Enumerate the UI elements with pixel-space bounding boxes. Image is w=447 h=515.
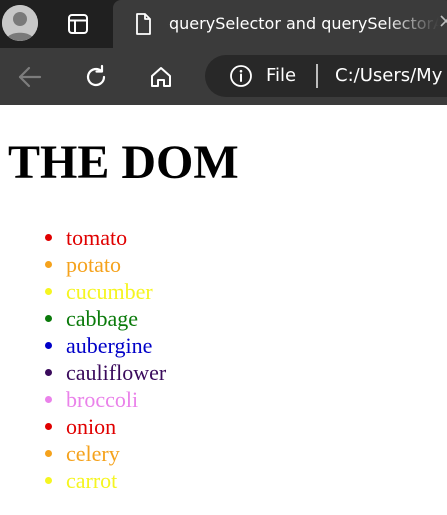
profile-avatar-icon[interactable]: [2, 5, 38, 41]
list-item-label: carrot: [66, 468, 118, 493]
list-item-label: broccoli: [66, 387, 139, 412]
bullet-icon: [45, 396, 52, 403]
home-icon[interactable]: [146, 62, 176, 92]
list-item-label: aubergine: [66, 333, 153, 358]
list-item-label: onion: [66, 414, 117, 439]
list-item: aubergine: [0, 332, 166, 359]
tab-strip: querySelector and querySelectorAll: [0, 0, 447, 48]
page-viewport: THE DOM tomato potato cucumber cabbage auber…: [0, 105, 447, 515]
tab-title: querySelector and querySelectorAll: [169, 14, 439, 33]
bullet-icon: [45, 315, 52, 322]
url-text[interactable]: C:/Users/My: [335, 64, 442, 88]
bullet-icon: [45, 261, 52, 268]
list-item-label: celery: [66, 441, 120, 466]
address-divider: [316, 64, 318, 88]
bullet-icon: [45, 423, 52, 430]
browser-window: querySelector and querySelectorAll File …: [0, 0, 447, 515]
list-item: tomato: [0, 224, 166, 251]
tab-actions-icon[interactable]: [56, 5, 100, 43]
list-item-label: cauliflower: [66, 360, 167, 385]
close-icon[interactable]: [439, 14, 447, 28]
list-item: cauliflower: [0, 359, 166, 386]
bullet-icon: [45, 342, 52, 349]
list-item: cucumber: [0, 278, 166, 305]
vegetable-list: tomato potato cucumber cabbage aubergine caul…: [0, 224, 166, 494]
site-info-label[interactable]: File: [266, 64, 296, 88]
document-icon: [131, 12, 155, 36]
bullet-icon: [45, 450, 52, 457]
page-heading: THE DOM: [8, 136, 239, 189]
list-item: celery: [0, 440, 166, 467]
list-item-label: cabbage: [66, 306, 139, 331]
list-item: carrot: [0, 467, 166, 494]
tab-active[interactable]: querySelector and querySelectorAll: [113, 0, 447, 48]
list-item-label: tomato: [66, 225, 128, 250]
list-item: broccoli: [0, 386, 166, 413]
list-item: potato: [0, 251, 166, 278]
bullet-icon: [45, 477, 52, 484]
address-bar[interactable]: File C:/Users/My: [205, 55, 447, 97]
bullet-icon: [45, 234, 52, 241]
back-arrow-icon[interactable]: [15, 62, 45, 92]
bullet-icon: [45, 288, 52, 295]
refresh-icon[interactable]: [81, 62, 111, 92]
list-item-label: cucumber: [66, 279, 153, 304]
list-item: onion: [0, 413, 166, 440]
info-icon[interactable]: [229, 64, 253, 88]
list-item-label: potato: [66, 252, 121, 277]
toolbar: File C:/Users/My: [0, 48, 447, 105]
list-item: cabbage: [0, 305, 166, 332]
bullet-icon: [45, 369, 52, 376]
